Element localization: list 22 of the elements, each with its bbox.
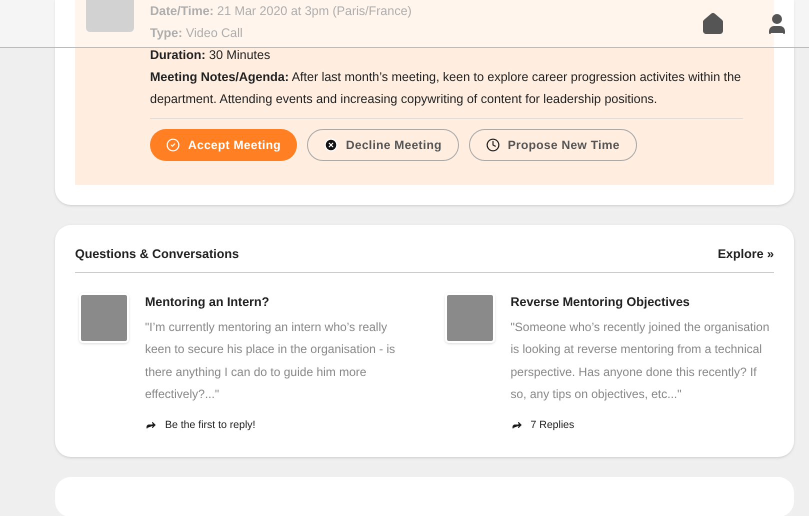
detail-text: Duration: 30 Minutes xyxy=(150,47,270,64)
explore-link[interactable]: Explore » xyxy=(718,245,774,264)
detail-text: Date/Time: 21 Mar 2020 at 3pm (Paris/France) xyxy=(150,3,412,20)
section-title: Questions & Conversations xyxy=(75,246,239,263)
reply-count[interactable]: 7 Replies xyxy=(530,418,574,434)
avatar-placeholder xyxy=(444,292,494,343)
clock-icon xyxy=(486,138,500,152)
question-excerpt: "I’m currently mentoring an intern who’s really keen to secure his place in the organisation - is there anything I can do to guide him more effectively?..." xyxy=(145,318,396,403)
avatar-placeholder xyxy=(79,292,129,343)
propose-time-button[interactable]: Propose New Time xyxy=(468,129,637,161)
question-excerpt: "Someone who’s recently joined the organisation is looking at reverse mentoring from a technical perspective. Has anyone done this recently? If so, any tips on objectives, etc..." xyxy=(510,318,770,403)
detail-text: Type: Video Call xyxy=(150,25,243,42)
check-circle-icon xyxy=(166,138,180,152)
meeting-notes: Meeting Notes/Agenda: After last month’s meeting, keen to explore career progression activites within the department. Attending events and increasing copywriting of content for leadership positions. xyxy=(150,69,742,108)
question-title[interactable]: Reverse Mentoring Objectives xyxy=(510,292,774,312)
reply-arrow-icon xyxy=(510,419,522,432)
decline-button[interactable]: Decline Meeting xyxy=(306,129,459,161)
avatar-placeholder xyxy=(86,0,134,32)
reply-arrow-icon xyxy=(145,419,157,432)
close-circle-icon xyxy=(324,138,338,152)
question-title[interactable]: Mentoring an Intern? xyxy=(145,292,408,312)
reply-count[interactable]: Be the first to reply! xyxy=(165,418,256,434)
